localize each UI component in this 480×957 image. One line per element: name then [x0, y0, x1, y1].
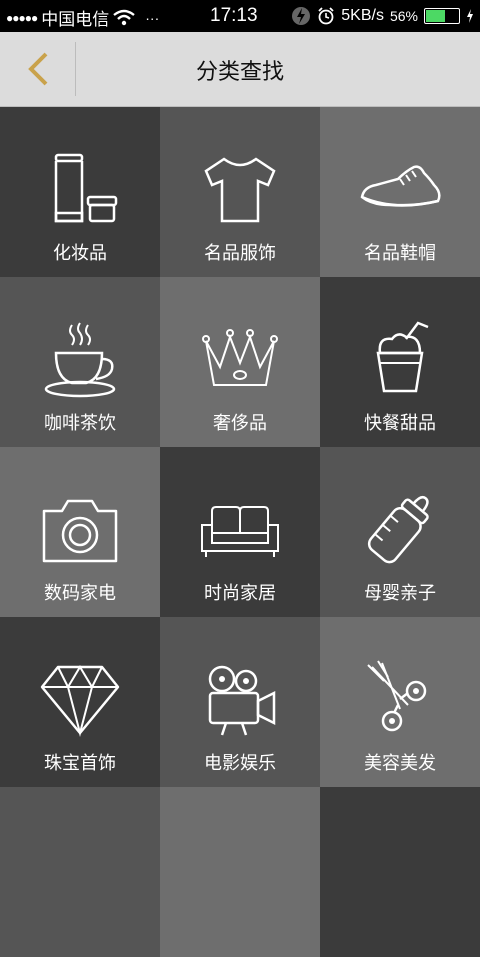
- clock: 17:13: [210, 5, 258, 26]
- sofa-icon: [201, 506, 279, 557]
- cosmetics-icon: [54, 153, 118, 223]
- category-tile[interactable]: [320, 787, 480, 957]
- category-tile[interactable]: 电影娱乐: [160, 617, 320, 787]
- diamond-icon: [40, 665, 120, 737]
- category-tile[interactable]: 珠宝首饰: [0, 617, 160, 787]
- category-label: 珠宝首饰: [44, 753, 116, 773]
- category-label: 快餐甜品: [364, 413, 436, 433]
- camera-icon: [42, 499, 118, 563]
- category-label: 时尚家居: [204, 583, 276, 603]
- category-tile[interactable]: 时尚家居: [160, 447, 320, 617]
- drink-cup-icon: [376, 321, 429, 393]
- category-tile[interactable]: 母婴亲子: [320, 447, 480, 617]
- tshirt-icon: [204, 157, 276, 223]
- partial-icon: [194, 829, 286, 909]
- battery-icon: [424, 8, 460, 24]
- category-tile[interactable]: [0, 787, 160, 957]
- category-label: 母婴亲子: [364, 583, 436, 603]
- category-grid: 化妆品 名品服饰 名品鞋帽咖啡茶饮 奢侈品 快餐甜品数码家电 时尚家居 母婴亲子珠宝首饰 电影…: [0, 107, 480, 957]
- battery-level: [426, 10, 446, 22]
- category-label: 化妆品: [53, 243, 107, 263]
- category-tile[interactable]: 名品鞋帽: [320, 107, 480, 277]
- charging-bolt-icon: [292, 7, 311, 25]
- category-label: 美容美发: [364, 753, 436, 773]
- crown-icon: [202, 329, 278, 386]
- category-tile[interactable]: 美容美发: [320, 617, 480, 787]
- alarm-clock-icon: [318, 7, 334, 25]
- category-label: 名品服饰: [204, 243, 276, 263]
- category-tile[interactable]: 奢侈品: [160, 277, 320, 447]
- category-label: 电影娱乐: [204, 753, 276, 773]
- partial-icon: [34, 829, 126, 909]
- signal-strength-icon: ●●●●●: [6, 10, 38, 25]
- category-label: 数码家电: [44, 583, 116, 603]
- category-tile[interactable]: 快餐甜品: [320, 277, 480, 447]
- category-tile[interactable]: 咖啡茶饮: [0, 277, 160, 447]
- category-tile[interactable]: 名品服饰: [160, 107, 320, 277]
- category-tile[interactable]: 化妆品: [0, 107, 160, 277]
- coffee-cup-icon: [44, 322, 116, 398]
- category-label: 奢侈品: [213, 413, 267, 433]
- baby-bottle-icon: [367, 495, 429, 564]
- movie-camera-icon: [208, 665, 276, 736]
- wifi-icon: [113, 9, 135, 25]
- carrier-name: 中国电信: [41, 10, 110, 29]
- sneaker-icon: [360, 165, 441, 207]
- category-tile[interactable]: [160, 787, 320, 957]
- charging-icon: [467, 9, 473, 23]
- network-speed: 5KB/s: [341, 7, 384, 24]
- page-title: 分类查找: [195, 59, 284, 84]
- status-bar: ●●●●● 中国电信 ··· 17:13 5KB/s 56%: [0, 0, 480, 32]
- navigation-bar: 分类查找: [0, 32, 480, 107]
- battery-percent: 56%: [389, 8, 418, 24]
- category-label: 名品鞋帽: [364, 243, 436, 263]
- menu-dots: ···: [145, 9, 160, 26]
- category-tile[interactable]: 数码家电: [0, 447, 160, 617]
- scissors-icon: [367, 660, 427, 732]
- category-label: 咖啡茶饮: [44, 413, 116, 433]
- partial-icon: [354, 829, 446, 909]
